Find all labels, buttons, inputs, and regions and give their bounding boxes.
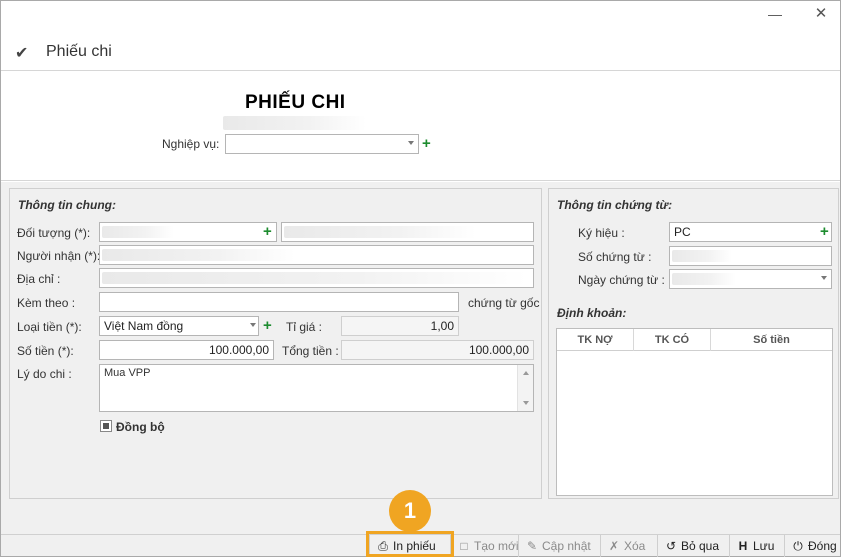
redacted-value (672, 273, 736, 285)
loai-tien-label: Loại tiền (*): (17, 320, 82, 334)
dong-bo-label: Đồng bộ (116, 420, 165, 434)
minimize-icon[interactable]: — (765, 5, 785, 23)
undo-icon: ↺ (665, 539, 677, 553)
step-badge: 1 (389, 490, 431, 532)
nguoi-nhan-label: Người nhận (*): (17, 249, 101, 263)
scroll-up-icon[interactable] (523, 371, 529, 375)
phieu-chi-window: — ✕ ✔ Phiếu chi PHIẾU CHI Nghiệp vụ: + T… (0, 0, 841, 557)
ly-do-chi-label: Lý do chi : (17, 367, 72, 381)
checkbox-mark (103, 423, 109, 429)
grid-header: TK NỢ TK CÓ Số tiền (557, 329, 832, 351)
highlight-box (366, 531, 454, 557)
so-chung-tu-label: Số chứng từ : (578, 250, 652, 264)
chevron-down-icon[interactable] (250, 323, 256, 327)
redacted-subtitle (223, 116, 366, 130)
nghiep-vu-select[interactable] (225, 134, 419, 154)
so-tien-field[interactable]: 100.000,00 (99, 340, 274, 360)
save-icon: H (738, 539, 748, 553)
luu-button[interactable]: H Lưu (729, 535, 784, 557)
column-tk-co[interactable]: TK CÓ (634, 329, 711, 351)
close-icon[interactable]: ✕ (811, 5, 831, 23)
title-bar: — ✕ ✔ Phiếu chi (1, 1, 840, 71)
ti-gia-label: Tỉ giá : (286, 320, 323, 334)
redacted-value (102, 272, 527, 284)
form-body: Thông tin chung: Đối tượng (*): + Người … (1, 182, 840, 534)
dinh-khoan-title: Định khoản: (557, 306, 627, 320)
dia-chi-label: Địa chỉ : (17, 272, 61, 286)
nghiep-vu-label: Nghiệp vụ: (162, 137, 220, 151)
document-info-group: Thông tin chứng từ: Ký hiệu : PC + Số ch… (548, 188, 839, 499)
window-title: Phiếu chi (46, 43, 112, 60)
luu-label: Lưu (753, 539, 775, 553)
ly-do-chi-textarea[interactable]: Mua VPP (99, 364, 534, 412)
ly-do-chi-value: Mua VPP (104, 367, 151, 379)
ky-hieu-field[interactable]: PC (669, 222, 832, 242)
redacted-value (102, 226, 174, 238)
scroll-down-icon[interactable] (523, 401, 529, 405)
redacted-value (672, 250, 732, 262)
dong-button[interactable]: ⏻ Đóng (784, 535, 840, 557)
dinh-khoan-grid[interactable]: TK NỢ TK CÓ Số tiền (556, 328, 833, 496)
column-tk-no[interactable]: TK NỢ (557, 329, 634, 351)
xoa-label: Xóa (624, 539, 646, 553)
add-icon[interactable]: + (263, 318, 272, 333)
chevron-down-icon[interactable] (821, 276, 827, 280)
redacted-value (284, 226, 476, 238)
page-title: PHIẾU CHI (245, 92, 346, 113)
add-icon[interactable]: + (422, 136, 431, 151)
cap-nhat-button[interactable]: ✎ Cập nhật (518, 535, 600, 557)
ky-hieu-label: Ký hiệu : (578, 226, 625, 240)
add-icon[interactable]: + (263, 224, 272, 239)
add-icon[interactable]: + (820, 224, 829, 239)
new-document-icon: □ (460, 539, 468, 553)
chung-tu-goc-label: chứng từ gốc (468, 296, 540, 310)
bo-qua-label: Bỏ qua (681, 539, 720, 553)
general-info-title: Thông tin chung: (18, 198, 116, 212)
checkmark-icon: ✔ (15, 45, 29, 62)
column-so-tien[interactable]: Số tiền (711, 329, 832, 351)
tao-moi-button[interactable]: □ Tạo mới (450, 535, 519, 557)
doi-tuong-label: Đối tượng (*): (17, 226, 91, 240)
kem-theo-field[interactable] (99, 292, 459, 312)
cap-nhat-label: Cập nhật (542, 539, 591, 553)
dong-bo-checkbox[interactable] (100, 420, 112, 432)
tong-tien-field: 100.000,00 (341, 340, 534, 360)
scrollbar[interactable] (517, 365, 533, 411)
edit-icon: ✎ (526, 539, 538, 553)
redacted-value (102, 249, 295, 261)
ngay-chung-tu-label: Ngày chứng từ : (578, 273, 665, 287)
header-area: PHIẾU CHI Nghiệp vụ: + (1, 71, 840, 181)
tong-tien-label: Tổng tiền : (282, 344, 339, 358)
so-chung-tu-field[interactable] (669, 246, 832, 266)
doi-tuong-select[interactable] (99, 222, 277, 242)
xoa-button[interactable]: ✗ Xóa (600, 535, 657, 557)
general-info-group: Thông tin chung: Đối tượng (*): + Người … (9, 188, 542, 499)
doi-tuong-name-field[interactable] (281, 222, 534, 242)
bo-qua-button[interactable]: ↺ Bỏ qua (657, 535, 729, 557)
so-tien-label: Số tiền (*): (17, 344, 74, 358)
tao-moi-label: Tạo mới (474, 539, 519, 553)
document-info-title: Thông tin chứng từ: (557, 198, 673, 212)
dia-chi-field[interactable] (99, 268, 534, 288)
dong-label: Đóng (808, 539, 837, 553)
power-icon: ⏻ (793, 539, 803, 553)
nguoi-nhan-field[interactable] (99, 245, 534, 265)
kem-theo-label: Kèm theo : (17, 296, 76, 310)
chevron-down-icon[interactable] (408, 141, 414, 145)
loai-tien-select[interactable]: Việt Nam đồng (99, 316, 259, 336)
ngay-chung-tu-field[interactable] (669, 269, 832, 289)
ti-gia-field: 1,00 (341, 316, 459, 336)
delete-icon: ✗ (608, 539, 620, 553)
